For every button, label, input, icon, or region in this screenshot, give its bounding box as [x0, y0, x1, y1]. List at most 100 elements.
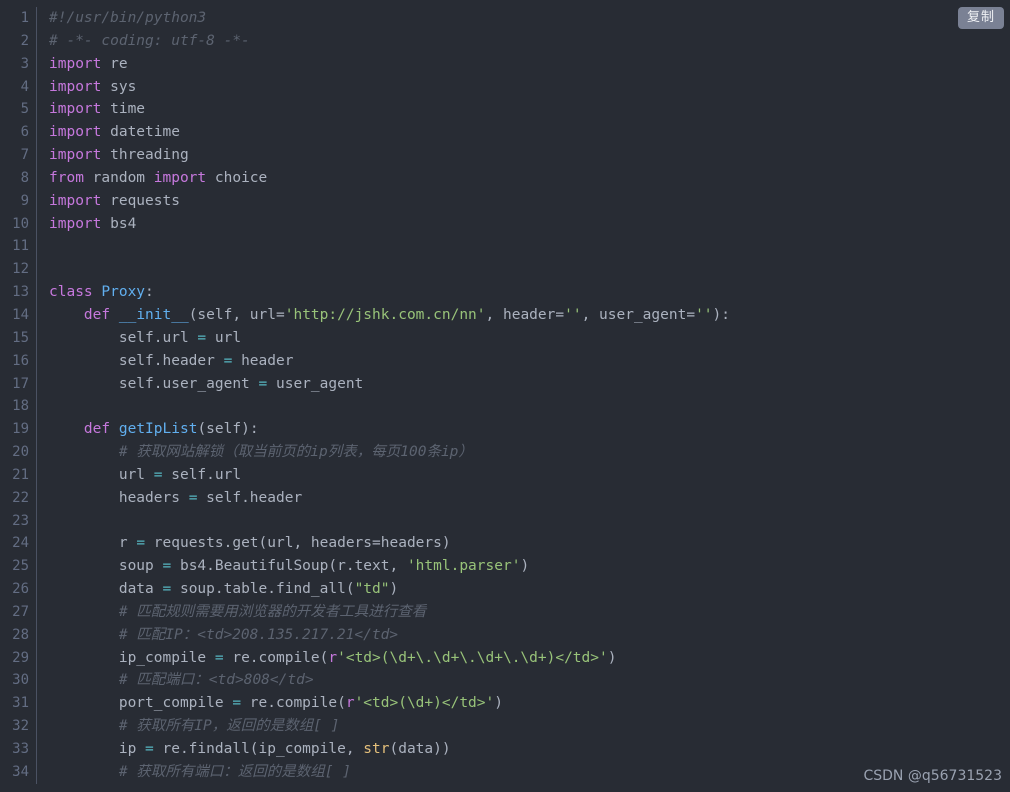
- code-line[interactable]: import datetime: [49, 121, 730, 144]
- line-number: 23: [12, 512, 29, 529]
- code-token: # 匹配规则需要用浏览器的开发者工具进行查看: [49, 603, 427, 620]
- code-token: import: [49, 124, 102, 141]
- code-line[interactable]: port_compile = re.compile(r'<td>(\d+)</t…: [49, 692, 730, 715]
- code-line[interactable]: import threading: [49, 144, 730, 167]
- code-token: =: [258, 375, 268, 392]
- line-number-gutter: 1 2 3 4 5 6 7 8 9 10 11 12 13 14 15 16 17 18 19 20 21 22 23 24 2…: [0, 7, 37, 784]
- code-editor: 1 2 3 4 5 6 7 8 9 10 11 12 13 14 15 16 17 18 19 20 21 22 23 24 2…: [0, 0, 730, 784]
- code-token: ): [494, 695, 503, 712]
- code-token: data: [49, 581, 163, 598]
- line-number: 18: [12, 398, 29, 415]
- code-line[interactable]: import time: [49, 98, 730, 121]
- code-line[interactable]: # 获取所有IP，返回的是数组[ ]: [49, 715, 730, 738]
- code-token: import: [49, 78, 102, 95]
- code-token: header: [232, 352, 294, 369]
- code-line[interactable]: # 匹配端口：<td>808</td>: [49, 669, 730, 692]
- code-token: =: [162, 558, 172, 575]
- line-number: 30: [12, 672, 29, 689]
- code-token: =: [145, 741, 154, 757]
- code-token: ):: [712, 306, 731, 323]
- line-number: 21: [12, 466, 29, 483]
- code-line[interactable]: import re: [49, 53, 730, 76]
- line-number: 10: [12, 215, 29, 232]
- code-token: 'http://jshk.com.cn/nn': [284, 306, 486, 323]
- code-token: , user_agent=: [581, 306, 696, 323]
- line-number: 13: [12, 284, 29, 301]
- code-line[interactable]: # 匹配规则需要用浏览器的开发者工具进行查看: [49, 601, 730, 624]
- code-token: =: [232, 695, 242, 712]
- code-line[interactable]: # 获取所有端口：返回的是数组[ ]: [49, 761, 730, 784]
- code-line[interactable]: self.user_agent = user_agent: [49, 373, 730, 396]
- code-content[interactable]: #!/usr/bin/python3 # -*- coding: utf-8 -*…: [37, 7, 730, 784]
- code-line[interactable]: #!/usr/bin/python3: [49, 7, 730, 30]
- code-line[interactable]: ip_compile = re.compile(r'<td>(\d+\.\d+\…: [49, 647, 730, 670]
- line-number: 17: [12, 375, 29, 392]
- code-token: def: [83, 421, 111, 438]
- code-token: '<td>(\d+)</td>': [354, 695, 495, 712]
- line-number: 27: [12, 603, 29, 620]
- line-number: 31: [12, 695, 29, 712]
- code-token: # 匹配IP：<td>208.135.217.21</td>: [49, 626, 399, 643]
- code-line[interactable]: class Proxy:: [49, 281, 730, 304]
- code-line[interactable]: import sys: [49, 76, 730, 99]
- copy-code-button[interactable]: 复制: [957, 7, 1004, 29]
- line-number: 4: [20, 78, 29, 95]
- code-snippet-viewer: 复制 1 2 3 4 5 6 7 8 9 10 11 12 13 14 15 16 17 18 19 20 21 22 23…: [0, 0, 1010, 792]
- code-line[interactable]: data = soup.table.find_all("td"): [49, 578, 730, 601]
- code-line[interactable]: ip = re.findall(ip_compile, str(data)): [49, 738, 730, 761]
- code-token: Proxy: [101, 284, 146, 301]
- code-token: ip: [49, 741, 146, 757]
- code-token: def: [83, 306, 111, 323]
- code-token: (self):: [197, 421, 259, 438]
- code-line[interactable]: # 获取网站解锁（取当前页的ip列表，每页100条ip）: [49, 441, 730, 464]
- code-token: import: [49, 55, 102, 72]
- code-line[interactable]: url = self.url: [49, 464, 730, 487]
- code-line[interactable]: import requests: [49, 190, 730, 213]
- code-line[interactable]: from random import choice: [49, 167, 730, 190]
- csdn-watermark: CSDN @q56731523: [863, 768, 1002, 784]
- code-token: import: [49, 101, 102, 118]
- code-line[interactable]: [49, 258, 730, 281]
- code-line[interactable]: self.header = header: [49, 350, 730, 373]
- code-token: (self, url=: [188, 306, 285, 323]
- code-token: '': [695, 306, 713, 323]
- code-token: r: [345, 695, 355, 712]
- code-token: #!/usr/bin/python3: [49, 10, 207, 26]
- line-number: 14: [12, 306, 29, 323]
- code-token: # 获取所有端口：返回的是数组[ ]: [49, 763, 351, 780]
- code-line[interactable]: self.url = url: [49, 327, 730, 350]
- code-token: =: [162, 581, 172, 598]
- line-number: 2: [20, 32, 29, 49]
- code-line[interactable]: def getIpList(self):: [49, 418, 730, 441]
- code-line[interactable]: soup = bs4.BeautifulSoup(r.text, 'html.p…: [49, 555, 730, 578]
- code-token: re.findall(ip_compile,: [153, 741, 364, 757]
- code-line[interactable]: [49, 235, 730, 258]
- code-line[interactable]: [49, 510, 730, 533]
- code-token: # -*- coding: utf-8 -*-: [49, 32, 250, 49]
- code-line[interactable]: # 匹配IP：<td>208.135.217.21</td>: [49, 624, 730, 647]
- code-token: self.header: [49, 352, 224, 369]
- code-token: choice: [206, 169, 268, 186]
- line-number: 22: [12, 489, 29, 506]
- line-number: 33: [12, 741, 29, 757]
- line-number: 12: [12, 261, 29, 278]
- code-token: str: [363, 741, 390, 757]
- code-token: from: [49, 169, 84, 186]
- line-number: 15: [12, 329, 29, 346]
- code-line[interactable]: headers = self.header: [49, 487, 730, 510]
- code-line[interactable]: r = requests.get(url, headers=headers): [49, 532, 730, 555]
- code-line[interactable]: def __init__(self, url='http://jshk.com.…: [49, 304, 730, 327]
- code-token: '<td>(\d+\.\d+\.\d+\.\d+)</td>': [337, 649, 608, 666]
- code-token: port_compile: [49, 695, 233, 712]
- code-token: ): [520, 558, 530, 575]
- line-number: 19: [12, 421, 29, 438]
- code-token: random: [83, 169, 154, 186]
- code-token: =: [136, 535, 146, 552]
- code-line[interactable]: [49, 395, 730, 418]
- code-token: :: [145, 284, 154, 301]
- code-line[interactable]: import bs4: [49, 213, 730, 236]
- code-line[interactable]: # -*- coding: utf-8 -*-: [49, 30, 730, 53]
- line-number: 1: [20, 10, 29, 26]
